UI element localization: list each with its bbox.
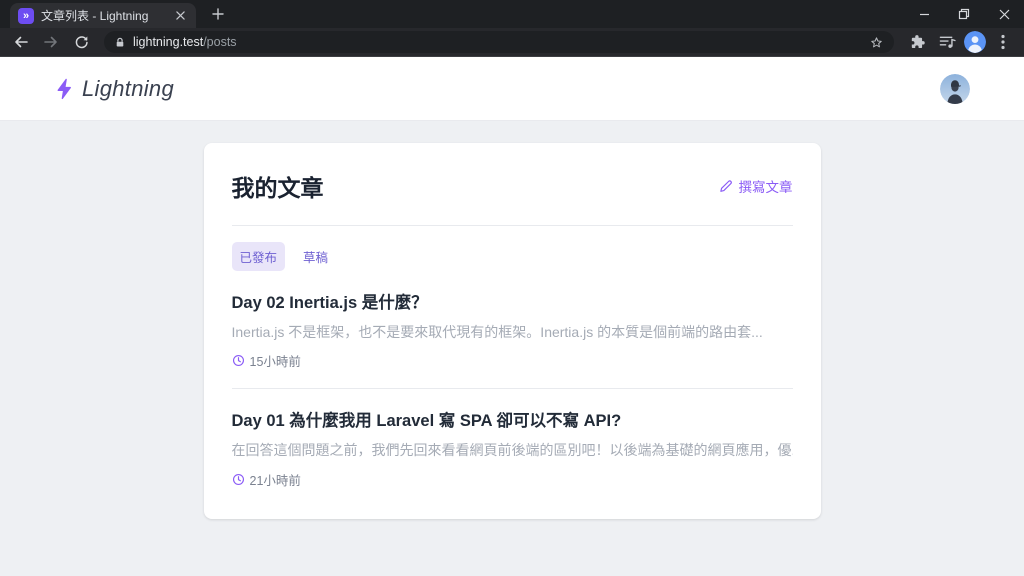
window-controls bbox=[904, 0, 1024, 28]
compose-link[interactable]: 撰寫文章 bbox=[719, 176, 793, 196]
tab-strip: » 文章列表 - Lightning bbox=[0, 0, 1024, 28]
minimize-button[interactable] bbox=[904, 0, 944, 28]
post-excerpt: 在回答這個問題之前，我們先回來看看網頁前後端的區別吧！以後端為基礎的網頁應用，優… bbox=[231, 442, 793, 459]
clock-icon bbox=[232, 473, 244, 485]
restore-button[interactable] bbox=[944, 0, 984, 28]
new-tab-button[interactable] bbox=[204, 0, 232, 28]
post-title[interactable]: Day 01 為什麼我用 Laravel 寫 SPA 卻可以不寫 API? bbox=[232, 407, 793, 431]
post-meta: 15小時前 bbox=[232, 351, 793, 370]
brand-logo[interactable]: Lightning bbox=[54, 76, 174, 102]
posts-card: 我的文章 撰寫文章 已發布 草稿 Day 02 Inertia.js 是什麼？ bbox=[203, 143, 821, 519]
media-controls-icon[interactable] bbox=[934, 29, 960, 55]
post-item[interactable]: Day 01 為什麼我用 Laravel 寫 SPA 卻可以不寫 API? 在回… bbox=[232, 407, 793, 488]
extensions-icon[interactable] bbox=[904, 29, 930, 55]
post-item[interactable]: Day 02 Inertia.js 是什麼？ Inertia.js 不是框架，也… bbox=[232, 289, 793, 370]
address-bar[interactable]: lightning.test/posts bbox=[104, 31, 894, 53]
close-button[interactable] bbox=[984, 0, 1024, 28]
pencil-icon bbox=[719, 180, 732, 192]
lock-icon bbox=[116, 37, 124, 47]
site-header: Lightning bbox=[0, 57, 1024, 121]
url-path: /posts bbox=[203, 35, 237, 49]
back-icon[interactable] bbox=[8, 29, 34, 55]
post-time: 21小時前 bbox=[249, 473, 301, 488]
post-title[interactable]: Day 02 Inertia.js 是什麼？ bbox=[232, 289, 793, 313]
post-excerpt: Inertia.js 不是框架，也不是要來取代現有的框架。Inertia.js … bbox=[231, 324, 763, 340]
post-meta: 21小時前 bbox=[232, 470, 793, 489]
clock-icon bbox=[232, 355, 244, 367]
compose-label: 撰寫文章 bbox=[738, 180, 793, 195]
browser-profile-avatar[interactable] bbox=[964, 31, 986, 53]
divider bbox=[231, 388, 793, 390]
web-page: Lightning 我的文章 撰寫文章 已發布 草稿 Day 02 Inerti… bbox=[0, 57, 1024, 576]
divider bbox=[231, 225, 793, 226]
post-time: 15小時前 bbox=[249, 355, 301, 370]
browser-toolbar: lightning.test/posts bbox=[0, 28, 1024, 57]
browser-window: » 文章列表 - Lightning lightning.test/posts … bbox=[0, 0, 1024, 576]
post-filter-tabs: 已發布 草稿 bbox=[231, 242, 793, 271]
page-title: 我的文章 bbox=[231, 175, 324, 201]
user-avatar[interactable] bbox=[940, 73, 970, 104]
forward-icon[interactable] bbox=[38, 29, 64, 55]
lightning-bolt-icon bbox=[57, 78, 71, 99]
bookmark-star-icon[interactable] bbox=[869, 35, 884, 50]
reload-icon[interactable] bbox=[68, 29, 94, 55]
tab-drafts[interactable]: 草稿 bbox=[295, 242, 336, 271]
tab-published[interactable]: 已發布 bbox=[231, 242, 286, 271]
brand-name: Lightning bbox=[82, 75, 174, 101]
browser-tab[interactable]: » 文章列表 - Lightning bbox=[10, 3, 196, 28]
tab-close-icon[interactable] bbox=[172, 8, 188, 24]
menu-dots-icon[interactable] bbox=[990, 29, 1016, 55]
page-content: 我的文章 撰寫文章 已發布 草稿 Day 02 Inertia.js 是什麼？ bbox=[0, 143, 1024, 576]
site-favicon-icon: » bbox=[18, 7, 34, 24]
url-text: lightning.test/posts bbox=[133, 35, 237, 49]
url-host: lightning.test bbox=[133, 35, 204, 49]
tab-title: 文章列表 - Lightning bbox=[41, 9, 149, 23]
